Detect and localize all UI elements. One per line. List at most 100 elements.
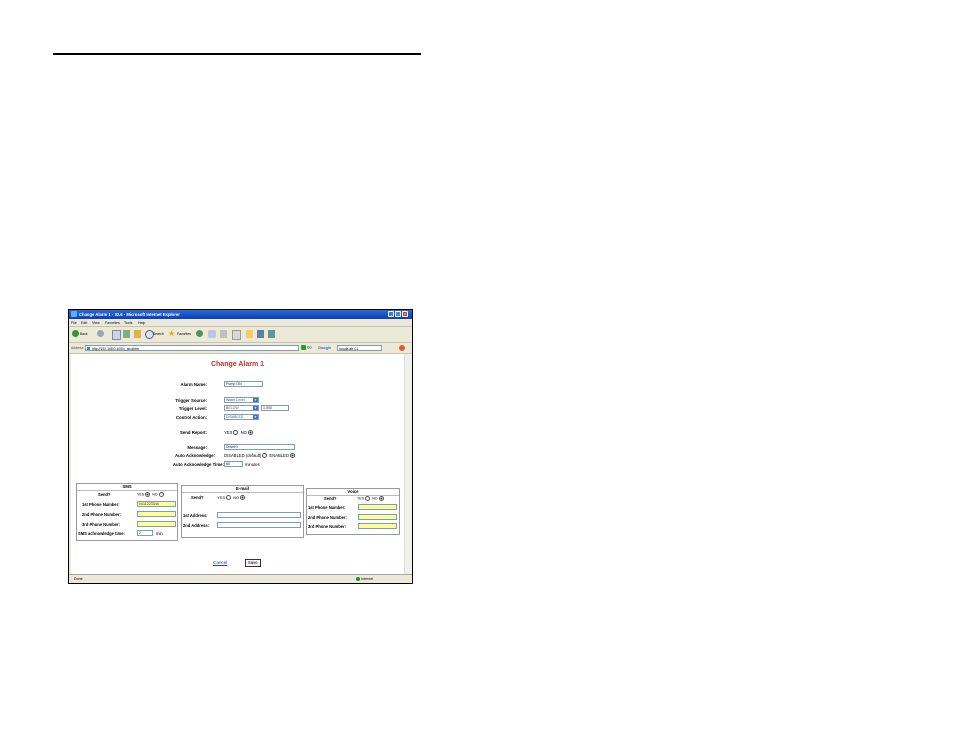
favorites-star-icon[interactable]: ★ <box>168 330 176 338</box>
email-address2-input[interactable] <box>217 522 301 528</box>
menu-help[interactable]: Help <box>138 321 145 325</box>
vertical-scrollbar[interactable] <box>404 354 412 574</box>
sms-ack-time-input[interactable]: 2 <box>137 530 153 536</box>
email-send-label: Send? <box>191 495 204 500</box>
edit-icon[interactable] <box>232 330 241 340</box>
sms-yes-radio[interactable] <box>145 492 151 497</box>
refresh-icon[interactable] <box>123 330 130 338</box>
voice-yes-radio[interactable] <box>365 496 371 501</box>
sms-ack-time-label: SMS achnowledge time: <box>78 531 125 536</box>
send-report-yes-radio[interactable] <box>233 430 239 436</box>
voice-no-radio[interactable] <box>378 496 384 501</box>
trigger-source-label: Trigger Source: <box>175 398 207 403</box>
stop-icon[interactable] <box>112 330 121 340</box>
cancel-link[interactable]: Cancel <box>213 560 227 565</box>
trigger-level-label: Trigger Level: <box>178 406 207 411</box>
browser-window: Change Alarm 1 - 32.6 - Microsoft Intern… <box>68 309 413 584</box>
control-action-value: DISABLED <box>226 415 244 419</box>
menu-file[interactable]: File <box>71 321 77 325</box>
menu-tools[interactable]: Tools <box>124 321 132 325</box>
status-bar: Done Internet <box>69 574 412 583</box>
sms-phone2-input[interactable] <box>137 511 176 517</box>
email-address1-input[interactable] <box>217 512 301 518</box>
go-button[interactable]: Go <box>301 345 314 351</box>
mail-icon[interactable] <box>208 330 216 338</box>
voice-phone3-label: 3rd Phone Number: <box>308 524 346 529</box>
forward-icon[interactable] <box>97 330 104 337</box>
auto-ack-enabled-radio[interactable] <box>289 453 295 459</box>
sms-no-radio[interactable] <box>158 492 164 497</box>
chevron-down-icon: ▼ <box>253 415 258 419</box>
menu-favorites[interactable]: Favorites <box>105 321 120 325</box>
go-arrow-icon <box>301 345 306 350</box>
auto-ack-time-input[interactable]: 60 <box>224 461 243 467</box>
sms-send-options: YES NO <box>137 492 165 497</box>
voice-phone1-input[interactable] <box>358 504 397 510</box>
go-label: Go <box>306 345 312 350</box>
sms-no-label: NO <box>152 492 158 497</box>
settings-icon[interactable] <box>399 345 405 351</box>
messenger-icon[interactable] <box>257 330 264 338</box>
print-icon[interactable] <box>220 330 227 338</box>
voice-title: Voice <box>307 489 399 496</box>
title-bar: Change Alarm 1 - 32.6 - Microsoft Intern… <box>69 310 412 319</box>
history-icon[interactable] <box>196 330 203 337</box>
voice-phone2-label: 2nd Phone Number: <box>308 515 347 520</box>
menu-bar: File Edit View Favorites Tools Help <box>69 319 412 327</box>
trigger-level-number-input[interactable]: 1.000 <box>261 405 289 411</box>
sms-title: SMS <box>77 484 177 491</box>
email-yes-label: YES <box>217 495 226 500</box>
sms-phone3-input[interactable] <box>137 521 176 527</box>
email-send-options: YES NO <box>217 495 246 501</box>
control-action-select[interactable]: DISABLED ▼ <box>224 414 259 420</box>
back-label[interactable]: Back <box>80 332 88 336</box>
menu-edit[interactable]: Edit <box>81 321 87 325</box>
trigger-level-value: BELOW <box>226 406 239 410</box>
page-content: Change Alarm 1 Alarm Name: Pump ON Trigg… <box>71 354 404 574</box>
save-button[interactable]: Save <box>245 559 261 567</box>
google-search-input[interactable]: hooda ab C1 <box>337 345 382 351</box>
message-input[interactable]: Driver0 <box>224 444 295 450</box>
status-text: Done <box>74 577 83 581</box>
home-icon[interactable] <box>134 330 141 338</box>
favorites-label[interactable]: Favorites <box>177 332 191 336</box>
sms-panel: SMS Send? YES NO 1st Phone Number: 04112… <box>76 483 178 541</box>
auto-acknowledge-options: DISABLED (default) ENABLED <box>224 453 296 459</box>
email-yes-radio[interactable] <box>226 495 232 501</box>
google-label: Google <box>318 346 332 350</box>
trigger-level-select[interactable]: BELOW ▼ <box>224 405 259 411</box>
trigger-source-value: Water Level <box>226 398 245 402</box>
tools-icon[interactable] <box>268 330 275 338</box>
page-title: Change Alarm 1 <box>210 361 265 368</box>
alarm-name-input[interactable]: Pump ON <box>224 381 263 387</box>
address-input[interactable]: http://192.168.0.100/x_ab.dhtm <box>85 345 299 351</box>
voice-phone3-input[interactable] <box>358 523 397 529</box>
voice-panel: Voice Send? YES NO 1st Phone Number: 2nd… <box>306 488 400 535</box>
email-no-radio[interactable] <box>240 495 246 501</box>
voice-phone2-input[interactable] <box>358 514 397 520</box>
horizontal-rule <box>53 53 421 55</box>
toolbar: Back Search ★ Favorites <box>69 327 412 343</box>
maximize-button[interactable]: □ <box>395 311 401 317</box>
internet-zone-icon <box>356 577 360 581</box>
sms-phone3-label: 3rd Phone Number: <box>82 522 120 527</box>
auto-ack-time-label: Auto Acknowledge Time: <box>172 462 224 467</box>
voice-no-label: NO <box>372 496 378 501</box>
email-title: E-mail <box>182 486 303 493</box>
auto-ack-disabled-radio[interactable] <box>262 453 268 459</box>
address-label: Address <box>71 346 84 350</box>
voice-yes-label: YES <box>357 496 365 501</box>
send-report-no-radio[interactable] <box>247 430 253 436</box>
minimize-button[interactable]: _ <box>388 311 394 317</box>
trigger-source-select[interactable]: Water Level ▼ <box>224 397 259 403</box>
close-button[interactable]: × <box>402 311 408 317</box>
chevron-down-icon: ▼ <box>253 398 258 402</box>
folder-icon[interactable] <box>246 330 253 338</box>
search-label[interactable]: Search <box>153 332 164 336</box>
back-icon[interactable] <box>72 330 79 337</box>
sms-phone1-input[interactable]: 0411223344 <box>137 501 176 507</box>
menu-view[interactable]: View <box>92 321 100 325</box>
auto-ack-time-unit: minutes <box>245 462 260 467</box>
address-url: http://192.168.0.100/x_ab.dhtm <box>92 347 139 351</box>
voice-send-label: Send? <box>324 496 337 501</box>
